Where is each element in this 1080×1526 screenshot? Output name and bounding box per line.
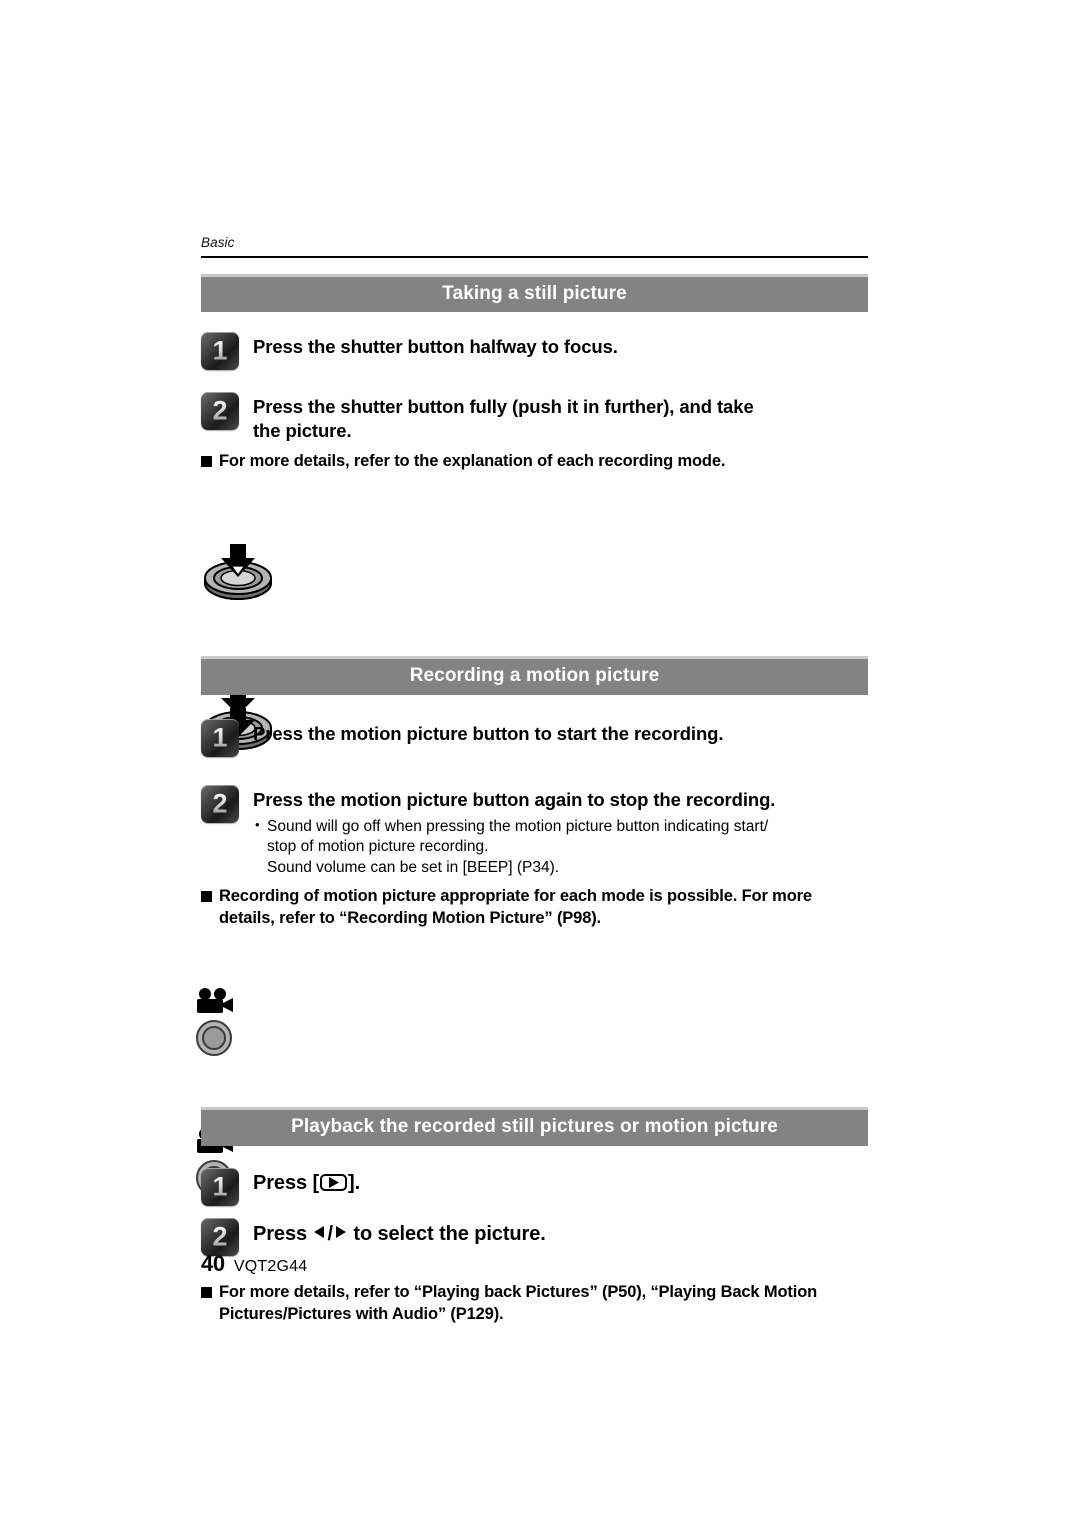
note-text: For more details, refer to “Playing back… [219, 1283, 818, 1323]
section-playback: Playback the recorded still pictures or … [201, 1107, 868, 1325]
square-bullet-icon [201, 1287, 212, 1299]
sub-note-line-1: Sound will go off when pressing the moti… [267, 817, 769, 835]
section-banner: Playback the recorded still pictures or … [201, 1107, 868, 1147]
running-head: Basic [201, 235, 235, 250]
section-banner: Taking a still picture [201, 273, 868, 313]
manual-page: Basic Taking a still picture 1 Press the… [0, 0, 1080, 1526]
sub-note-list: Sound will go off when pressing the moti… [253, 816, 868, 879]
square-bullet-icon [201, 891, 212, 903]
sub-note-line-2: stop of motion picture recording. [267, 838, 489, 856]
step-number-label: 2 [201, 1223, 239, 1251]
list-item: Sound will go off when pressing the moti… [253, 816, 868, 879]
playback-key-icon [320, 1174, 348, 1192]
step-title: Press the motion picture button again to… [253, 789, 776, 811]
page-content: Basic Taking a still picture 1 Press the… [196, 235, 868, 1325]
step-number-badge: 2 [201, 392, 239, 431]
note-text: Recording of motion picture appropriate … [219, 887, 812, 927]
step-title-prefix: Press [ [253, 1172, 320, 1195]
step-number-label: 2 [201, 397, 239, 425]
step-number-label: 1 [201, 337, 239, 365]
section-banner: Recording a motion picture [201, 656, 868, 696]
step-body: Press the motion picture button to start… [253, 719, 868, 745]
step-title-prefix: Press [253, 1223, 313, 1246]
step-number-badge: 1 [201, 719, 239, 758]
page-number: 40 [201, 1251, 225, 1276]
square-bullet-icon [201, 455, 212, 467]
right-arrow-icon [333, 1221, 348, 1246]
step-row: 2 Press the motion picture button again … [201, 785, 868, 878]
document-id: VQT2G44 [233, 1258, 308, 1275]
step-title: Press / to select the picture. [253, 1221, 868, 1247]
note-bullet: For more details, refer to the explanati… [201, 451, 868, 472]
step-number-badge: 1 [201, 332, 239, 371]
step-body: Press the shutter button halfway to focu… [253, 332, 868, 358]
step-row: 1 Press the shutter button halfway to fo… [201, 332, 868, 371]
step-number-badge: 2 [201, 785, 239, 824]
section-taking-still-picture: Taking a still picture 1 Press the shutt… [201, 273, 868, 751]
step-row: 1 Press []. [201, 1168, 868, 1207]
step-title: Press the motion picture button to start… [253, 723, 724, 745]
left-arrow-icon [312, 1221, 327, 1246]
step-number-label: 1 [201, 724, 239, 752]
note-bullet: Recording of motion picture appropriate … [201, 886, 868, 929]
shutter-button-halfway-icon [201, 530, 275, 604]
note-text: For more details, refer to the explanati… [219, 451, 726, 470]
step-title: Press the shutter button halfway to focu… [253, 336, 618, 358]
step-row: 2 Press the shutter button fully (push i… [201, 392, 868, 442]
step-body: Press the shutter button fully (push it … [253, 392, 868, 442]
step-title: Press []. [253, 1171, 868, 1196]
step-row: 1 Press the motion picture button to sta… [201, 719, 868, 758]
step-title-suffix: ]. [348, 1172, 361, 1195]
step-body: Press / to select the picture. [253, 1218, 868, 1247]
step-title: Press the shutter button fully (push it … [253, 396, 754, 441]
section-recording-motion-picture: Recording a motion picture 1 Press the m… [196, 656, 868, 1197]
step-body: Press []. [253, 1168, 868, 1196]
step-number-badge: 1 [201, 1168, 239, 1207]
header-rule [201, 255, 868, 258]
note-bullet: For more details, refer to “Playing back… [201, 1282, 868, 1325]
step-title-suffix: to select the picture. [347, 1223, 546, 1246]
page-footer: 40 VQT2G44 [201, 1251, 307, 1277]
movie-camera-glyph [197, 988, 233, 1014]
step-number-label: 1 [201, 1173, 239, 1201]
step-body: Press the motion picture button again to… [253, 785, 868, 878]
sub-note-line-3: Sound volume can be set in [BEEP] (P34). [267, 858, 560, 876]
round-button-glyph [196, 1020, 232, 1057]
motion-picture-button-icon [191, 987, 239, 1057]
step-number-label: 2 [201, 790, 239, 818]
